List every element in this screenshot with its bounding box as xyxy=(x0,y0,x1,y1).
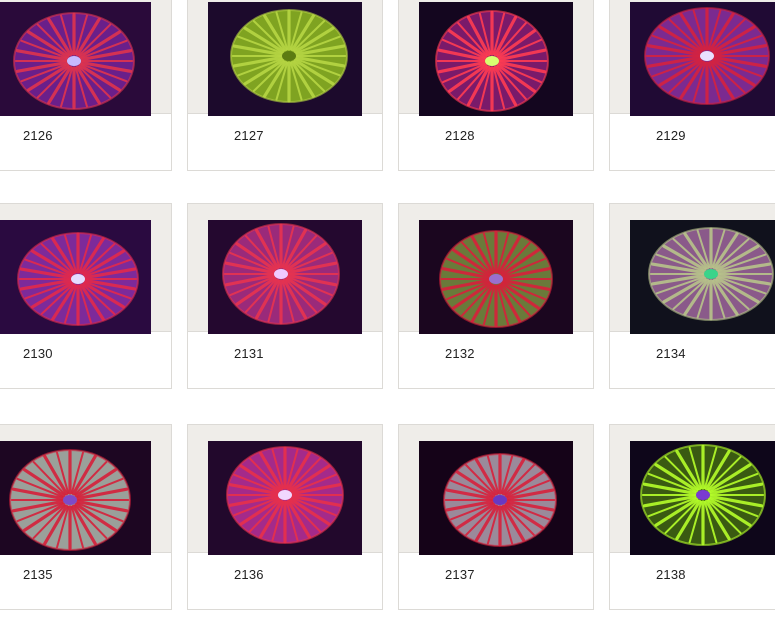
coral-photo-graphic xyxy=(419,2,573,116)
thumbnail-frame xyxy=(0,425,171,555)
coral-photo-graphic xyxy=(208,441,362,555)
thumbnail-frame xyxy=(188,0,382,116)
gallery-card[interactable]: 2130 xyxy=(0,203,172,389)
gallery-card[interactable]: 2137 xyxy=(398,424,594,610)
thumbnail-frame xyxy=(399,204,593,334)
coral-photo-graphic xyxy=(630,2,775,116)
gallery-card[interactable]: 2126 xyxy=(0,0,172,171)
thumbnail-frame xyxy=(0,204,171,334)
thumbnail-frame xyxy=(188,425,382,555)
thumbnail-frame xyxy=(610,0,775,116)
coral-thumbnail[interactable] xyxy=(0,441,151,555)
coral-photo-graphic xyxy=(419,441,573,555)
item-number-label: 2132 xyxy=(445,346,475,361)
coral-thumbnail[interactable] xyxy=(0,220,151,334)
coral-thumbnail[interactable] xyxy=(0,2,151,116)
thumbnail-frame xyxy=(0,0,171,116)
gallery-card[interactable]: 2127 xyxy=(187,0,383,171)
item-number-label: 2135 xyxy=(23,567,53,582)
coral-photo-graphic xyxy=(208,220,362,334)
thumbnail-frame xyxy=(188,204,382,334)
item-number-label: 2137 xyxy=(445,567,475,582)
gallery-card[interactable]: 2128 xyxy=(398,0,594,171)
thumbnail-frame xyxy=(399,425,593,555)
coral-photo-graphic xyxy=(630,220,775,334)
item-number-label: 2127 xyxy=(234,128,264,143)
coral-photo-graphic xyxy=(0,2,151,116)
thumbnail-frame xyxy=(399,0,593,116)
item-number-label: 2126 xyxy=(23,128,53,143)
coral-thumbnail[interactable] xyxy=(208,220,362,334)
item-number-label: 2134 xyxy=(656,346,686,361)
gallery-card[interactable]: 2129 xyxy=(609,0,775,171)
coral-thumbnail[interactable] xyxy=(630,220,775,334)
coral-thumbnail[interactable] xyxy=(208,2,362,116)
coral-photo-graphic xyxy=(0,220,151,334)
item-number-label: 2138 xyxy=(656,567,686,582)
gallery-card[interactable]: 2132 xyxy=(398,203,594,389)
item-number-label: 2129 xyxy=(656,128,686,143)
item-number-label: 2128 xyxy=(445,128,475,143)
coral-thumbnail[interactable] xyxy=(419,441,573,555)
item-number-label: 2136 xyxy=(234,567,264,582)
coral-photo-graphic xyxy=(419,220,573,334)
coral-gallery-grid: 2126 2127 2128 2129 2130 2131 2132 2134 2135 2136… xyxy=(0,0,775,625)
coral-photo-graphic xyxy=(630,441,775,555)
coral-thumbnail[interactable] xyxy=(630,441,775,555)
coral-thumbnail[interactable] xyxy=(419,2,573,116)
gallery-card[interactable]: 2138 xyxy=(609,424,775,610)
coral-thumbnail[interactable] xyxy=(208,441,362,555)
coral-photo-graphic xyxy=(208,2,362,116)
thumbnail-frame xyxy=(610,425,775,555)
coral-thumbnail[interactable] xyxy=(630,2,775,116)
gallery-card[interactable]: 2135 xyxy=(0,424,172,610)
item-number-label: 2130 xyxy=(23,346,53,361)
item-number-label: 2131 xyxy=(234,346,264,361)
coral-thumbnail[interactable] xyxy=(419,220,573,334)
thumbnail-frame xyxy=(610,204,775,334)
gallery-card[interactable]: 2131 xyxy=(187,203,383,389)
gallery-card[interactable]: 2134 xyxy=(609,203,775,389)
gallery-card[interactable]: 2136 xyxy=(187,424,383,610)
coral-photo-graphic xyxy=(0,441,151,555)
